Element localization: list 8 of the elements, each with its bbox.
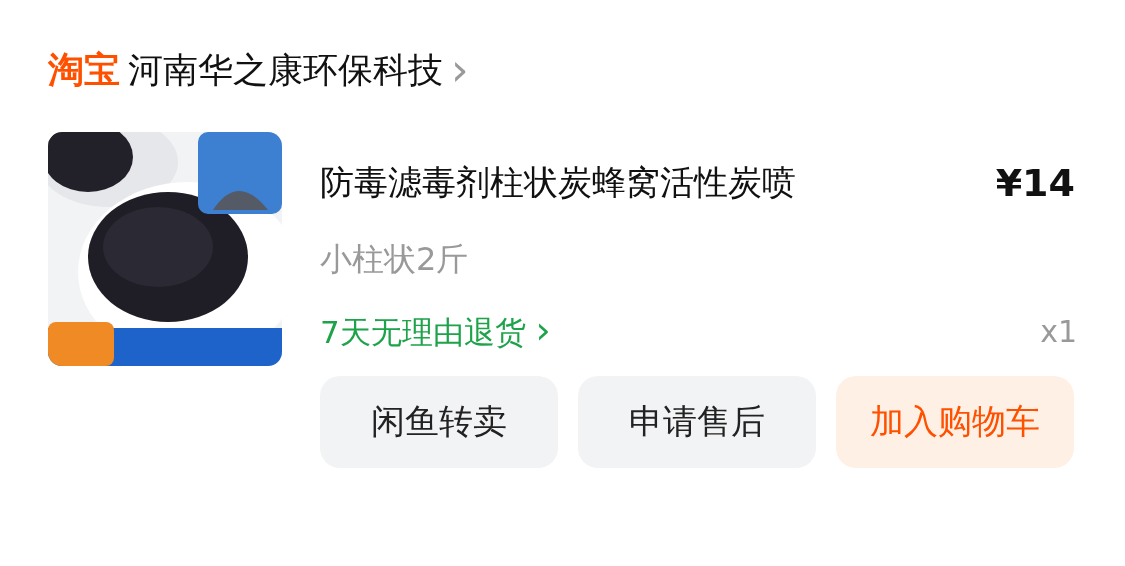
action-button[interactable]: 申请售后 <box>578 376 816 468</box>
price: ¥14 <box>995 161 1075 205</box>
platform-logo: 淘宝 <box>48 47 120 92</box>
quantity: x1 <box>1040 313 1077 349</box>
product-spec: 小柱状2斤 <box>320 239 470 280</box>
shop-name[interactable]: 河南华之康环保科技 <box>128 46 443 94</box>
product-title[interactable]: 防毒滤毒剂柱状炭蜂窝活性炭喷 <box>320 160 796 206</box>
action-button[interactable]: 闲鱼转卖 <box>320 376 558 468</box>
